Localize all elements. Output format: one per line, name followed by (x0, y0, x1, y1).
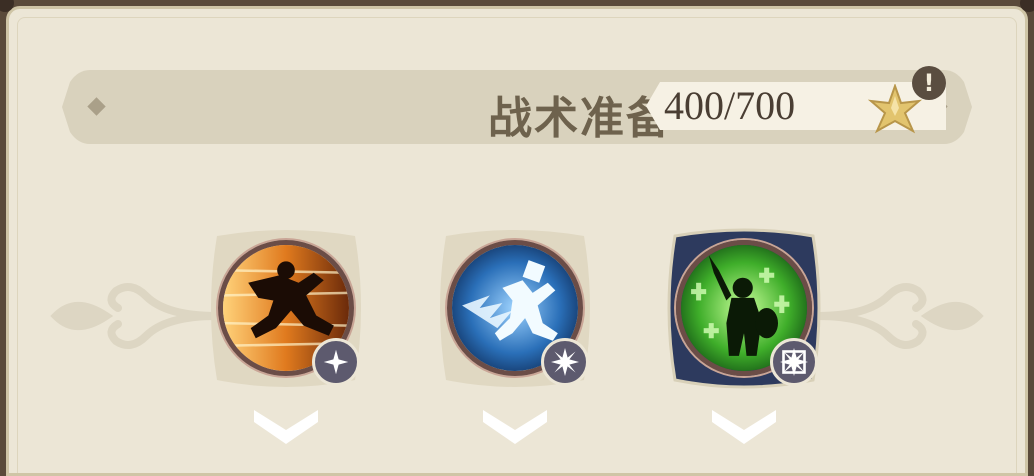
chevron-down-icon[interactable] (708, 406, 780, 446)
chevron-down-icon[interactable] (479, 406, 551, 446)
burst-icon (541, 338, 589, 386)
page-title: 战术准备 (488, 93, 672, 144)
right-flourish-ornament (818, 283, 984, 349)
skill-slot-guard[interactable] (665, 228, 823, 398)
header-bar: 战术准备 400/700 (60, 68, 974, 146)
chevron-down-icon[interactable] (250, 406, 322, 446)
skill-slot-dash[interactable] (436, 228, 594, 398)
burst-frame-icon (770, 338, 818, 386)
skill-slot-sprint[interactable] (207, 228, 365, 398)
sparkle-icon (312, 338, 360, 386)
left-flourish-ornament (50, 283, 216, 349)
exclamation-icon[interactable]: ! (912, 66, 946, 100)
